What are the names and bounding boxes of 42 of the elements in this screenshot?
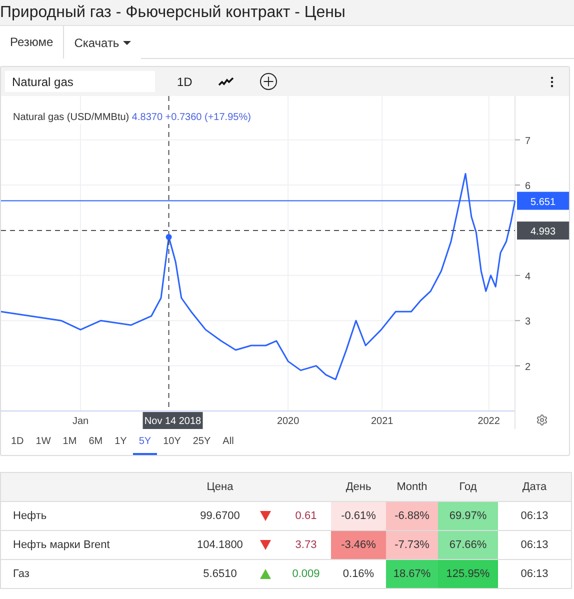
table-cell: -3.46% [331,531,386,559]
table-cell: -6.88% [386,502,438,530]
axis-label: Jan [72,416,89,427]
table-cell-text: Нефть марки Brent [12,538,111,553]
axis-label: 3 [525,316,531,328]
table-cell-text: 0.61 [294,509,318,524]
table-cell: 69.97% [438,502,498,530]
table-cell-text: 06:13 [520,538,550,553]
table-cell-text: 3.73 [294,538,318,553]
axis-label: 6 [525,181,531,192]
column-header: Цена [206,480,234,495]
table-cell: -0.61% [331,502,386,530]
table-cell: 67.66% [438,531,498,559]
column-header: Год [458,480,478,495]
ref-line-label: 5.651 [530,196,556,208]
table-cell: -7.73% [386,531,438,559]
price-tag: 4.993 [517,222,569,240]
table-cell-text: Газ [12,567,30,582]
table-cell-text: 5.6510 [202,567,238,582]
table-cell-text: 06:13 [520,509,550,524]
column-header: Month [396,480,428,495]
column-header: День [344,480,372,495]
ref-line-label: 4.993 [530,226,556,238]
axis-label: 2021 [371,416,394,427]
axis-label: 2020 [276,416,300,427]
table-cell: 18.67% [386,560,438,588]
date-tag: Nov 14 2018 [142,412,203,429]
table-cell-text: Нефть [12,509,48,524]
table-cell-text: 06:13 [520,567,550,582]
page-title: Природный газ - Фьючерсный контракт - Цены [0,0,574,26]
axis-label: 7 [525,136,531,147]
axis-label: 2022 [478,416,500,427]
table-cell-text: 0.009 [291,567,321,582]
axis-label: 4 [525,271,531,282]
chart-legend: Natural gas (USD/MMBtu) 4.8370 +0.7360 (+17.95%) [13,111,251,124]
price-tag: 5.651 [517,192,569,210]
table-cell-text: 99.6700 [199,509,241,524]
column-header: Дата [521,480,548,495]
axis-label: 2 [525,362,531,373]
ref-line-label: Nov 14 2018 [144,416,202,427]
table-cell-text: 104.1800 [196,538,244,553]
table-cell: 125.95% [438,560,498,588]
